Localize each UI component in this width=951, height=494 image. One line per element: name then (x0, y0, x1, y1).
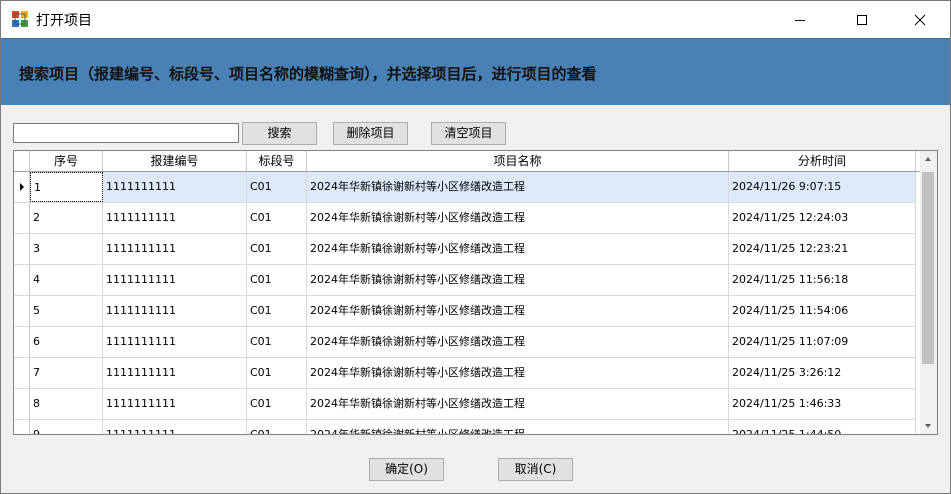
table-row[interactable]: 9 1111111111 C01 2024年华新镇徐谢新村等小区修缮改造工程 2024/… (14, 420, 916, 434)
cell-analysis-time[interactable]: 2024/11/25 12:23:21 (729, 234, 916, 264)
maximize-icon (857, 14, 867, 25)
column-header-project-name[interactable]: 项目名称 (307, 151, 729, 171)
cell-index[interactable]: 6 (30, 327, 103, 357)
current-row-arrow-icon (20, 183, 24, 191)
cell-project-name[interactable]: 2024年华新镇徐谢新村等小区修缮改造工程 (307, 420, 729, 434)
column-header-section-no[interactable]: 标段号 (247, 151, 307, 171)
open-project-dialog: 打开项目 搜索项目（报建编号、标段号、项目名称的模糊查询），并选择项目后，进行项… (0, 0, 951, 494)
cell-section-no[interactable]: C01 (247, 172, 307, 202)
row-header[interactable] (14, 389, 30, 419)
grid-header: 序号 报建编号 标段号 项目名称 分析时间 (14, 151, 920, 172)
row-header-corner (14, 151, 30, 171)
vertical-scrollbar[interactable] (920, 151, 937, 434)
cell-analysis-time[interactable]: 2024/11/25 1:46:33 (729, 389, 916, 419)
instruction-banner: 搜索项目（报建编号、标段号、项目名称的模糊查询），并选择项目后，进行项目的查看 (1, 38, 950, 105)
cell-section-no[interactable]: C01 (247, 296, 307, 326)
cell-section-no[interactable]: C01 (247, 389, 307, 419)
cell-project-name[interactable]: 2024年华新镇徐谢新村等小区修缮改造工程 (307, 172, 729, 202)
cell-index[interactable]: 7 (30, 358, 103, 388)
window-title: 打开项目 (36, 13, 92, 29)
cell-project-name[interactable]: 2024年华新镇徐谢新村等小区修缮改造工程 (307, 389, 729, 419)
minimize-icon (795, 19, 805, 21)
ok-button[interactable]: 确定(O) (369, 458, 444, 481)
cell-index[interactable]: 3 (30, 234, 103, 264)
cell-analysis-time[interactable]: 2024/11/25 11:56:18 (729, 265, 916, 295)
search-button[interactable]: 搜索 (242, 122, 317, 145)
cell-build-no[interactable]: 1111111111 (103, 358, 247, 388)
cell-index[interactable]: 9 (30, 420, 103, 434)
table-row[interactable]: 3 1111111111 C01 2024年华新镇徐谢新村等小区修缮改造工程 2024/… (14, 234, 916, 265)
delete-project-button[interactable]: 删除项目 (333, 122, 408, 145)
cell-analysis-time[interactable]: 2024/11/25 11:07:09 (729, 327, 916, 357)
cell-project-name[interactable]: 2024年华新镇徐谢新村等小区修缮改造工程 (307, 234, 729, 264)
scroll-thumb[interactable] (922, 172, 934, 364)
close-button[interactable] (897, 1, 943, 38)
cell-section-no[interactable]: C01 (247, 420, 307, 434)
cell-index[interactable]: 5 (30, 296, 103, 326)
cancel-button[interactable]: 取消(C) (498, 458, 573, 481)
table-row[interactable]: 8 1111111111 C01 2024年华新镇徐谢新村等小区修缮改造工程 2024/… (14, 389, 916, 420)
table-row[interactable]: 6 1111111111 C01 2024年华新镇徐谢新村等小区修缮改造工程 2024/… (14, 327, 916, 358)
table-row[interactable]: 1 1111111111 C01 2024年华新镇徐谢新村等小区修缮改造工程 2024/… (14, 172, 916, 203)
cell-build-no[interactable]: 1111111111 (103, 234, 247, 264)
column-header-analysis-time[interactable]: 分析时间 (729, 151, 916, 171)
scroll-down-button[interactable] (920, 417, 937, 434)
scroll-up-arrow-icon (925, 157, 931, 161)
cell-section-no[interactable]: C01 (247, 358, 307, 388)
cell-project-name[interactable]: 2024年华新镇徐谢新村等小区修缮改造工程 (307, 203, 729, 233)
table-row[interactable]: 5 1111111111 C01 2024年华新镇徐谢新村等小区修缮改造工程 2024/… (14, 296, 916, 327)
cell-analysis-time[interactable]: 2024/11/25 3:26:12 (729, 358, 916, 388)
cell-section-no[interactable]: C01 (247, 327, 307, 357)
row-header[interactable] (14, 172, 30, 202)
row-header[interactable] (14, 420, 30, 434)
cell-build-no[interactable]: 1111111111 (103, 172, 247, 202)
cell-section-no[interactable]: C01 (247, 203, 307, 233)
cell-build-no[interactable]: 1111111111 (103, 389, 247, 419)
cell-project-name[interactable]: 2024年华新镇徐谢新村等小区修缮改造工程 (307, 296, 729, 326)
project-grid: 序号 报建编号 标段号 项目名称 分析时间 1 1111111111 C01 2024… (13, 150, 938, 435)
cell-index[interactable]: 4 (30, 265, 103, 295)
cell-build-no[interactable]: 1111111111 (103, 203, 247, 233)
cell-analysis-time[interactable]: 2024/11/25 11:54:06 (729, 296, 916, 326)
instruction-text: 搜索项目（报建编号、标段号、项目名称的模糊查询），并选择项目后，进行项目的查看 (19, 65, 597, 83)
maximize-button[interactable] (839, 1, 885, 38)
scroll-up-button[interactable] (920, 151, 937, 168)
row-header[interactable] (14, 296, 30, 326)
table-row[interactable]: 2 1111111111 C01 2024年华新镇徐谢新村等小区修缮改造工程 2024/… (14, 203, 916, 234)
row-header[interactable] (14, 327, 30, 357)
close-icon (914, 14, 926, 25)
cell-project-name[interactable]: 2024年华新镇徐谢新村等小区修缮改造工程 (307, 265, 729, 295)
row-header[interactable] (14, 234, 30, 264)
cell-section-no[interactable]: C01 (247, 265, 307, 295)
app-icon (12, 11, 28, 27)
cell-analysis-time[interactable]: 2024/11/25 1:44:50 (729, 420, 916, 434)
row-header[interactable] (14, 265, 30, 295)
title-bar: 打开项目 (1, 1, 950, 38)
cell-analysis-time[interactable]: 2024/11/25 12:24:03 (729, 203, 916, 233)
cell-project-name[interactable]: 2024年华新镇徐谢新村等小区修缮改造工程 (307, 327, 729, 357)
clear-projects-button[interactable]: 清空项目 (431, 122, 506, 145)
column-header-index[interactable]: 序号 (30, 151, 103, 171)
cell-build-no[interactable]: 1111111111 (103, 265, 247, 295)
cell-section-no[interactable]: C01 (247, 234, 307, 264)
row-header[interactable] (14, 203, 30, 233)
table-row[interactable]: 4 1111111111 C01 2024年华新镇徐谢新村等小区修缮改造工程 2024/… (14, 265, 916, 296)
search-input[interactable] (13, 123, 239, 143)
cell-build-no[interactable]: 1111111111 (103, 296, 247, 326)
cell-build-no[interactable]: 1111111111 (103, 327, 247, 357)
cell-index[interactable]: 2 (30, 203, 103, 233)
cell-build-no[interactable]: 1111111111 (103, 420, 247, 434)
table-row[interactable]: 7 1111111111 C01 2024年华新镇徐谢新村等小区修缮改造工程 2024/… (14, 358, 916, 389)
cell-index[interactable]: 8 (30, 389, 103, 419)
minimize-button[interactable] (777, 1, 823, 38)
scroll-down-arrow-icon (925, 424, 931, 428)
cell-project-name[interactable]: 2024年华新镇徐谢新村等小区修缮改造工程 (307, 358, 729, 388)
cell-index[interactable]: 1 (30, 172, 103, 202)
row-header[interactable] (14, 358, 30, 388)
column-header-build-no[interactable]: 报建编号 (103, 151, 247, 171)
cell-analysis-time[interactable]: 2024/11/26 9:07:15 (729, 172, 916, 202)
